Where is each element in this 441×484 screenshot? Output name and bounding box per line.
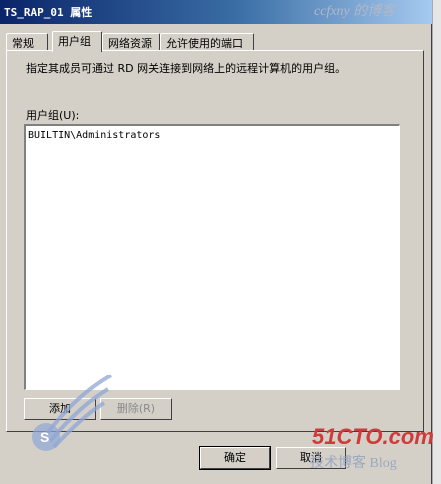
user-groups-list[interactable]: BUILTIN\Administrators [24,124,400,390]
list-item[interactable]: BUILTIN\Administrators [28,130,160,141]
left-logo-watermark: S [6,373,116,475]
tab-user-groups[interactable]: 用户组 [52,31,102,52]
watermark-blog-title: ccfxny 的博客 [314,4,396,19]
tab-network-resources[interactable]: 网络资源 [102,33,160,50]
tab-general[interactable]: 常规 [6,33,48,50]
wing-logo-icon: S [32,373,112,451]
window-title: TS_RAP_01 属性 [4,6,93,19]
description-text: 指定其成员可通过 RD 网关连接到网络上的远程计算机的用户组。 [26,62,347,75]
page-scrollbar[interactable] [432,0,441,484]
user-groups-label: 用户组(U): [26,109,80,122]
tab-allowed-ports[interactable]: 允许使用的端口 [160,33,254,50]
site-logo-watermark: 51CTO.com [312,424,434,449]
ok-button[interactable]: 确定 [199,446,271,470]
svg-text:S: S [40,429,49,445]
site-sub-watermark: 技术博客 Blog [310,456,397,471]
